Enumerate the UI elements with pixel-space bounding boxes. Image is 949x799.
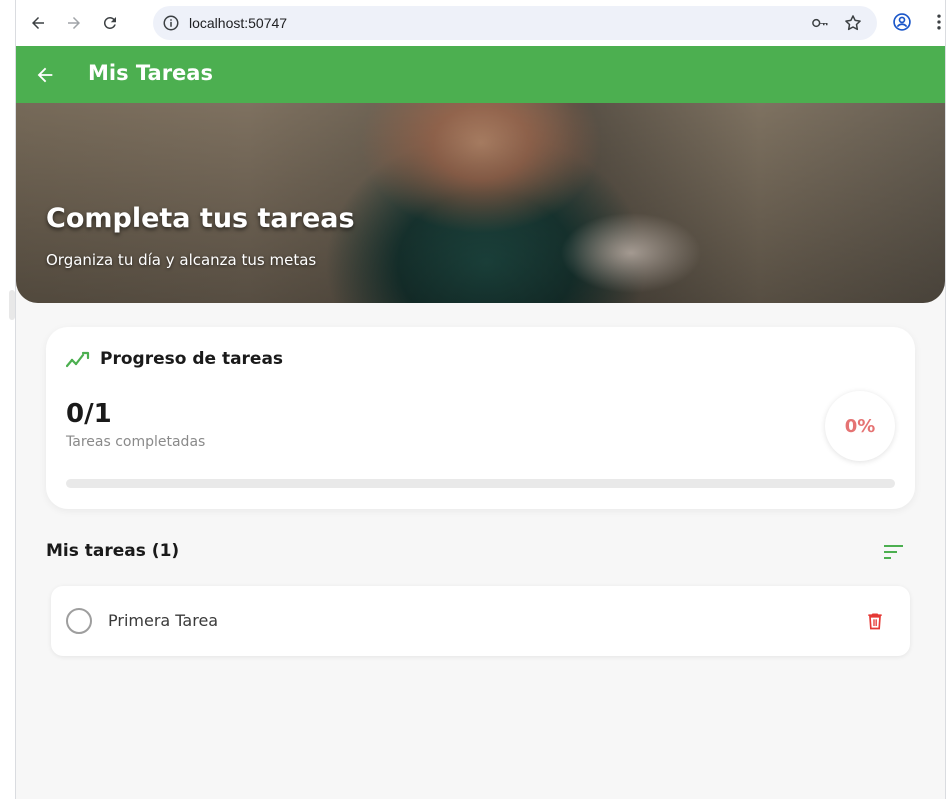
more-vert-icon[interactable] [929, 12, 949, 32]
app-bar: Mis Tareas [16, 46, 945, 103]
url-text[interactable]: localhost:50747 [189, 15, 287, 31]
trending-up-icon [66, 351, 90, 368]
left-window-edge [0, 0, 16, 799]
progress-card: Progreso de tareas 0/1 Tareas completada… [46, 327, 915, 509]
back-arrow-icon[interactable] [34, 64, 56, 86]
task-item[interactable]: Primera Tarea [51, 586, 910, 656]
app-viewport: Mis Tareas Completa tus tareas Organiza … [16, 46, 945, 799]
profile-icon[interactable] [892, 12, 912, 32]
key-icon[interactable] [810, 14, 830, 32]
task-list-title: Mis tareas (1) [46, 541, 180, 561]
reload-icon[interactable] [98, 11, 122, 35]
progress-bar [66, 479, 895, 488]
window-edge-tab [9, 290, 15, 320]
forward-arrow-icon[interactable] [62, 11, 86, 35]
progress-title: Progreso de tareas [100, 349, 284, 369]
hero-title: Completa tus tareas [46, 203, 355, 234]
task-label: Primera Tarea [108, 611, 219, 630]
percent-badge: 0% [825, 391, 895, 461]
completed-label: Tareas completadas [66, 434, 206, 450]
hero-banner: Completa tus tareas Organiza tu día y al… [16, 103, 945, 303]
info-icon[interactable] [162, 14, 180, 32]
task-checkbox[interactable] [66, 608, 92, 634]
sort-icon[interactable] [883, 543, 905, 561]
right-window-edge [945, 0, 949, 799]
back-arrow-icon[interactable] [26, 11, 50, 35]
address-bar[interactable]: localhost:50747 [153, 6, 877, 40]
star-icon[interactable] [843, 13, 863, 33]
hero-subtitle: Organiza tu día y alcanza tus metas [46, 251, 317, 269]
browser-toolbar: localhost:50747 [16, 0, 945, 46]
page-title: Mis Tareas [88, 61, 213, 85]
completed-count: 0/1 [66, 399, 112, 429]
delete-icon[interactable] [865, 611, 885, 631]
